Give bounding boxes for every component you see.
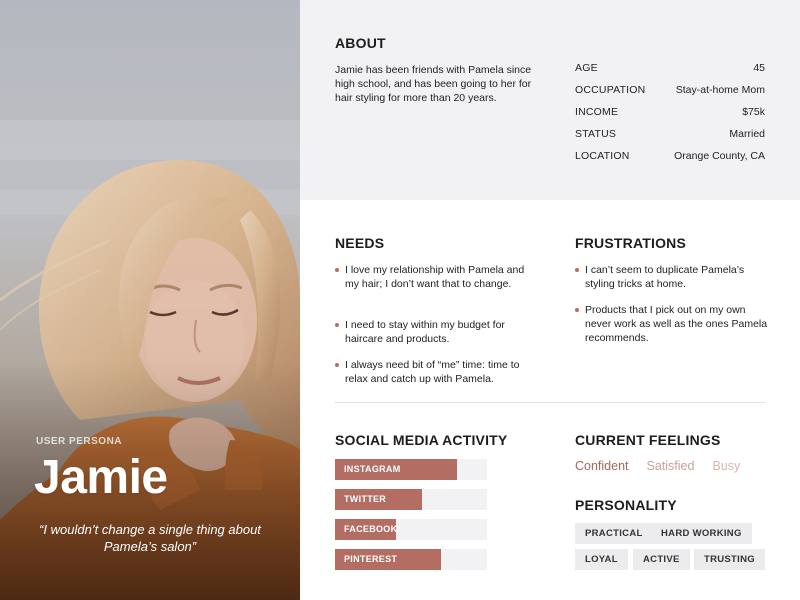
social-title: SOCIAL MEDIA ACTIVITY [335,432,508,448]
social-bar-facebook: FACEBOOK [335,519,487,540]
stat-value: Married [729,128,765,140]
stat-label: INCOME [575,106,619,118]
stat-label: STATUS [575,128,617,140]
persona-name: Jamie [34,451,168,504]
frustration-item: Products that I pick out on my own never… [575,303,770,345]
social-bar-instagram: INSTAGRAM [335,459,487,480]
section-divider [335,402,765,403]
stat-label: LOCATION [575,150,630,162]
social-bar-twitter: TWITTER [335,489,487,510]
feeling-busy: Busy [712,459,741,473]
social-bar-pinterest: PINTEREST [335,549,487,570]
personality-title: PERSONALITY [575,497,677,513]
social-label: INSTAGRAM [344,464,401,474]
stat-row-income: INCOME $75k [575,106,765,128]
social-label: PINTEREST [344,554,398,564]
stat-value: Orange County, CA [674,150,765,162]
personality-tag: HARD WORKING [651,523,752,544]
stat-value: Stay-at-home Mom [675,84,765,96]
need-item: I love my relationship with Pamela and m… [335,263,530,291]
demographics-list: AGE 45 OCCUPATION Stay-at-home Mom INCOM… [575,62,765,172]
feelings-title: CURRENT FEELINGS [575,432,721,448]
persona-caption: USER PERSONA [36,436,123,447]
stat-row-status: STATUS Married [575,128,765,150]
feelings-list: Confident Satisfied Busy [575,459,758,473]
stat-row-location: LOCATION Orange County, CA [575,150,765,172]
social-label: FACEBOOK [344,524,398,534]
persona-quote: “I wouldn’t change a single thing about … [39,522,261,554]
need-item: I always need bit of “me” time: time to … [335,358,530,386]
frustrations-title: FRUSTRATIONS [575,235,687,251]
stat-value: 45 [753,62,765,74]
about-section: ABOUT Jamie has been friends with Pamela… [300,0,800,200]
persona-photo: USER PERSONA Jamie “I wouldn’t change a … [0,0,300,600]
about-title: ABOUT [335,35,386,51]
stat-row-occupation: OCCUPATION Stay-at-home Mom [575,84,765,106]
persona-photo-illustration [0,0,300,600]
needs-title: NEEDS [335,235,385,251]
personality-tag: ACTIVE [633,549,690,570]
social-label: TWITTER [344,494,387,504]
about-text: Jamie has been friends with Pamela since… [335,64,532,104]
personality-tag: PRACTICAL [575,523,653,544]
frustration-item: I can’t seem to duplicate Pamela’s styli… [575,263,770,291]
stat-row-age: AGE 45 [575,62,765,84]
personality-tag: LOYAL [575,549,628,570]
stat-label: AGE [575,62,598,74]
feeling-satisfied: Satisfied [646,459,695,473]
need-item: I need to stay within my budget for hair… [335,318,530,346]
feeling-confident: Confident [575,459,629,473]
stat-label: OCCUPATION [575,84,646,96]
personality-tag: TRUSTING [694,549,765,570]
stat-value: $75k [742,106,765,118]
